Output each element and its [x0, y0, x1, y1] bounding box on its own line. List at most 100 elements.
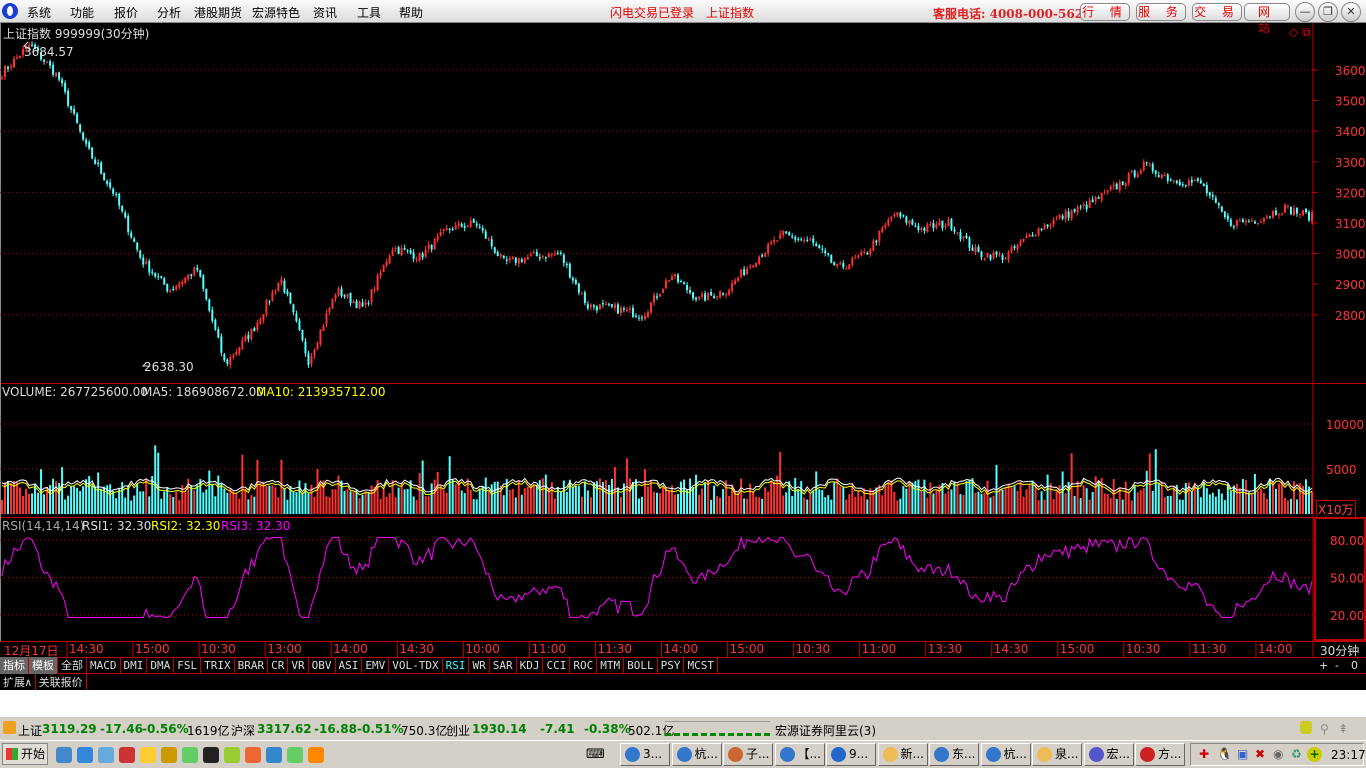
taskbar-button[interactable]: 泉... [1032, 743, 1082, 766]
quick-launch-icon[interactable] [224, 747, 240, 763]
taskbar-button[interactable]: 3... [620, 743, 670, 766]
candle-body [61, 79, 64, 84]
quick-launch-icon[interactable] [56, 747, 72, 763]
taskbar-button[interactable]: 新... [877, 743, 928, 766]
indicator-tab[interactable]: PSY [658, 657, 685, 674]
network-icon[interactable]: ▣ [1237, 747, 1248, 761]
tray-util-icon[interactable]: ♻ [1291, 747, 1302, 761]
taskbar-button[interactable]: 东... [929, 743, 979, 766]
sub-tab[interactable]: 关联报价 [36, 674, 87, 691]
quick-launch-icon[interactable] [245, 747, 261, 763]
quick-launch-icon[interactable] [119, 747, 135, 763]
indicator-tab[interactable]: MTM [597, 657, 625, 674]
indicator-tab[interactable]: CR [268, 657, 289, 674]
quick-launch-icon[interactable] [98, 747, 114, 763]
indicator-tab[interactable]: ASI [336, 657, 363, 674]
indicator-tab[interactable]: SAR [490, 657, 517, 674]
quick-launch-icon[interactable] [182, 747, 198, 763]
candle-body [175, 286, 178, 290]
diamond-icon[interactable]: ◇ [1289, 25, 1298, 39]
volume-bar [764, 487, 767, 514]
taskbar-button[interactable]: 杭... [671, 743, 722, 766]
taskbar-button[interactable]: 子... [723, 743, 773, 766]
indicator-tab[interactable]: OBV [309, 657, 336, 674]
zoom-button[interactable]: - [1335, 659, 1339, 672]
indicator-tab[interactable]: CCI [543, 657, 571, 674]
quick-launch-icon[interactable] [203, 747, 219, 763]
volume-bar [94, 486, 97, 514]
volume-bar [589, 497, 592, 514]
volume-bar [689, 478, 692, 514]
indicator-tab[interactable]: MCST [684, 657, 718, 674]
candle-body [352, 301, 355, 304]
signal-icon: ⚲ [1320, 722, 1329, 736]
volume-bar [70, 485, 73, 514]
indicator-tab[interactable]: TRIX [201, 657, 235, 674]
candle-body [791, 236, 794, 238]
candle-body [217, 329, 220, 338]
candle-body [595, 306, 598, 311]
candle-body [1286, 205, 1289, 207]
maximize-panel-icon[interactable]: ⧉ [1302, 25, 1311, 40]
zoom-button[interactable]: + [1319, 659, 1328, 672]
indicator-tab[interactable]: 指标 [0, 657, 29, 674]
indicator-tab[interactable]: BOLL [624, 657, 658, 674]
indicator-tab[interactable]: VR [288, 657, 309, 674]
volume-bar [628, 478, 631, 514]
indicator-tab[interactable]: BRAR [235, 657, 269, 674]
hs-value: 3317.62 [257, 722, 312, 736]
quick-launch-icon[interactable] [140, 747, 156, 763]
volume-bar [295, 492, 298, 514]
candle-body [896, 212, 899, 216]
volume-bar [226, 492, 229, 514]
indicator-tab[interactable]: ROC [570, 657, 598, 674]
period-label[interactable]: 30分钟 [1320, 642, 1359, 659]
candle-body [1184, 185, 1187, 187]
indicator-tab[interactable]: RSI [443, 657, 470, 674]
indicator-tab[interactable]: 全部 [58, 657, 87, 674]
quick-launch-icon[interactable] [161, 747, 177, 763]
taskbar-button[interactable]: 杭... [980, 743, 1031, 766]
qq-tray-icon[interactable]: 🐧 [1217, 747, 1232, 761]
volume-bar [932, 493, 935, 514]
indicator-tab[interactable]: WR [469, 657, 490, 674]
start-button[interactable]: 开始 [2, 743, 48, 765]
indicator-tab[interactable]: DMI [121, 657, 148, 674]
status-tray-icon[interactable] [1300, 721, 1312, 734]
quick-launch-icon[interactable] [77, 747, 93, 763]
network-disconnected-icon[interactable]: ✖ [1255, 747, 1265, 761]
candle-body [226, 359, 229, 364]
indicator-tab[interactable]: EMV [362, 657, 390, 674]
sub-tab[interactable]: 扩展∧ [0, 674, 36, 691]
volume-bar [1040, 491, 1043, 514]
indicator-tab[interactable]: 模板 [29, 657, 58, 674]
volume-bar [397, 487, 400, 514]
zoom-button[interactable]: 0 [1351, 659, 1358, 672]
quick-launch-icon[interactable] [287, 747, 303, 763]
candle-body [800, 239, 803, 241]
taskbar-button[interactable]: 【... [774, 743, 825, 766]
volume-icon[interactable]: ◉ [1273, 747, 1283, 761]
taskbar-button[interactable]: 宏... [1083, 743, 1134, 766]
candle-body [911, 219, 914, 225]
indicator-tab[interactable]: MACD [87, 657, 121, 674]
indicator-tab[interactable]: KDJ [517, 657, 544, 674]
candle-body [1058, 214, 1061, 218]
indicator-tab[interactable]: VOL-TDX [389, 657, 443, 674]
candle-body [794, 237, 797, 240]
plus-tray-icon[interactable]: + [1307, 747, 1322, 762]
quick-launch-icon[interactable] [266, 747, 282, 763]
taskbar-button[interactable]: 9... [826, 743, 876, 766]
indicator-tab[interactable]: FSL [174, 657, 202, 674]
volume-bar [136, 483, 139, 514]
taskbar-button[interactable]: 方... [1135, 743, 1185, 766]
candle-body [547, 253, 550, 258]
chart-area[interactable]: 2800 2900 3000 3100 3200 3300 3400 3500 3600 5000… [0, 0, 1366, 716]
indicator-tab[interactable]: DMA [147, 657, 175, 674]
tray-app-icon[interactable]: ✚ [1199, 747, 1209, 761]
keyboard-icon[interactable]: ⌨ [586, 747, 605, 762]
volume-bar [1184, 482, 1187, 514]
quick-launch-icon[interactable] [308, 747, 324, 763]
server-name[interactable]: 宏源证券阿里云(3) [775, 722, 876, 739]
volume-bar [857, 490, 860, 514]
